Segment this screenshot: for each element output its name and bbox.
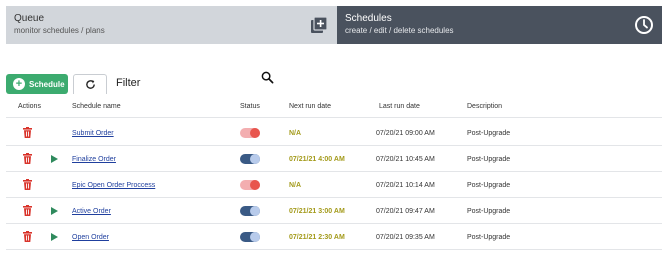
header-last-run-date[interactable]: Last run date: [379, 103, 420, 110]
toggle-knob: [250, 154, 260, 164]
table-row: Epic Open Order Proccess N/A 07/20/21 10:1…: [6, 173, 662, 198]
delete-icon[interactable]: [23, 205, 32, 216]
table-row: Open Order 07/21/21 2:30 AM 07/20/21 09:35…: [6, 225, 662, 250]
description: Post-Upgrade: [467, 156, 511, 163]
run-icon[interactable]: [50, 233, 58, 241]
status-toggle[interactable]: [240, 128, 260, 138]
table-row: Active Order 07/21/21 3:00 AM 07/20/21 09:…: [6, 199, 662, 224]
last-run-date: 07/20/21 10:14 AM: [376, 182, 435, 189]
description: Post-Upgrade: [467, 182, 511, 189]
description: Post-Upgrade: [467, 130, 511, 137]
toggle-knob: [250, 206, 260, 216]
run-icon[interactable]: [50, 155, 58, 163]
add-schedule-button[interactable]: + Schedule: [6, 74, 68, 94]
delete-icon[interactable]: [23, 179, 32, 190]
next-run-date: N/A: [289, 130, 302, 137]
add-schedule-label: Schedule: [29, 79, 65, 89]
schedule-name-link[interactable]: Open Order: [72, 234, 109, 241]
table-row: Submit Order N/A 07/20/21 09:00 AM Post-Upg…: [6, 121, 662, 146]
toggle-knob: [250, 180, 260, 190]
refresh-icon: [85, 80, 95, 89]
next-run-date: N/A: [289, 182, 302, 189]
status-toggle[interactable]: [240, 206, 260, 216]
queue-panel[interactable]: Queue monitor schedules / plans: [6, 6, 337, 44]
last-run-date: 07/20/21 10:45 AM: [376, 156, 435, 163]
status-toggle[interactable]: [240, 154, 260, 164]
delete-icon[interactable]: [23, 231, 32, 242]
status-toggle[interactable]: [240, 232, 260, 242]
header-schedule-name[interactable]: Schedule name: [72, 103, 121, 110]
delete-icon[interactable]: [23, 127, 32, 138]
table-header: Actions Schedule name Status Next run da…: [6, 96, 662, 118]
description: Post-Upgrade: [467, 234, 511, 241]
header-next-run-date[interactable]: Next run date: [289, 103, 331, 110]
run-icon[interactable]: [50, 207, 58, 215]
header-actions: Actions: [18, 103, 41, 110]
schedule-name-link[interactable]: Epic Open Order Proccess: [72, 182, 155, 189]
top-panels: Queue monitor schedules / plans Schedule…: [6, 6, 662, 44]
queue-panel-title: Queue: [14, 13, 45, 24]
last-run-date: 07/20/21 09:00 AM: [376, 130, 435, 137]
search-icon[interactable]: [261, 71, 274, 84]
add-to-queue-icon[interactable]: [309, 15, 329, 35]
refresh-button[interactable]: [73, 74, 107, 94]
last-run-date: 07/20/21 09:35 AM: [376, 234, 435, 241]
queue-panel-subtitle: monitor schedules / plans: [14, 26, 105, 35]
table-row: Finalize Order 07/21/21 4:00 AM 07/20/21 1…: [6, 147, 662, 172]
delete-icon[interactable]: [23, 153, 32, 164]
header-status[interactable]: Status: [240, 103, 260, 110]
schedules-panel-title: Schedules: [345, 13, 392, 24]
next-run-date: 07/21/21 3:00 AM: [289, 208, 345, 215]
schedules-panel[interactable]: Schedules create / edit / delete schedul…: [337, 6, 662, 44]
header-description[interactable]: Description: [467, 103, 502, 110]
schedule-name-link[interactable]: Active Order: [72, 208, 111, 215]
next-run-date: 07/21/21 4:00 AM: [289, 156, 345, 163]
clock-icon[interactable]: [634, 15, 654, 35]
status-toggle[interactable]: [240, 180, 260, 190]
schedule-name-link[interactable]: Finalize Order: [72, 156, 116, 163]
schedule-name-link[interactable]: Submit Order: [72, 130, 114, 137]
schedules-panel-subtitle: create / edit / delete schedules: [345, 26, 454, 35]
filter-input[interactable]: [114, 74, 260, 91]
toggle-knob: [250, 232, 260, 242]
plus-icon: +: [13, 78, 25, 90]
description: Post-Upgrade: [467, 208, 511, 215]
last-run-date: 07/20/21 09:47 AM: [376, 208, 435, 215]
next-run-date: 07/21/21 2:30 AM: [289, 234, 345, 241]
toggle-knob: [250, 128, 260, 138]
